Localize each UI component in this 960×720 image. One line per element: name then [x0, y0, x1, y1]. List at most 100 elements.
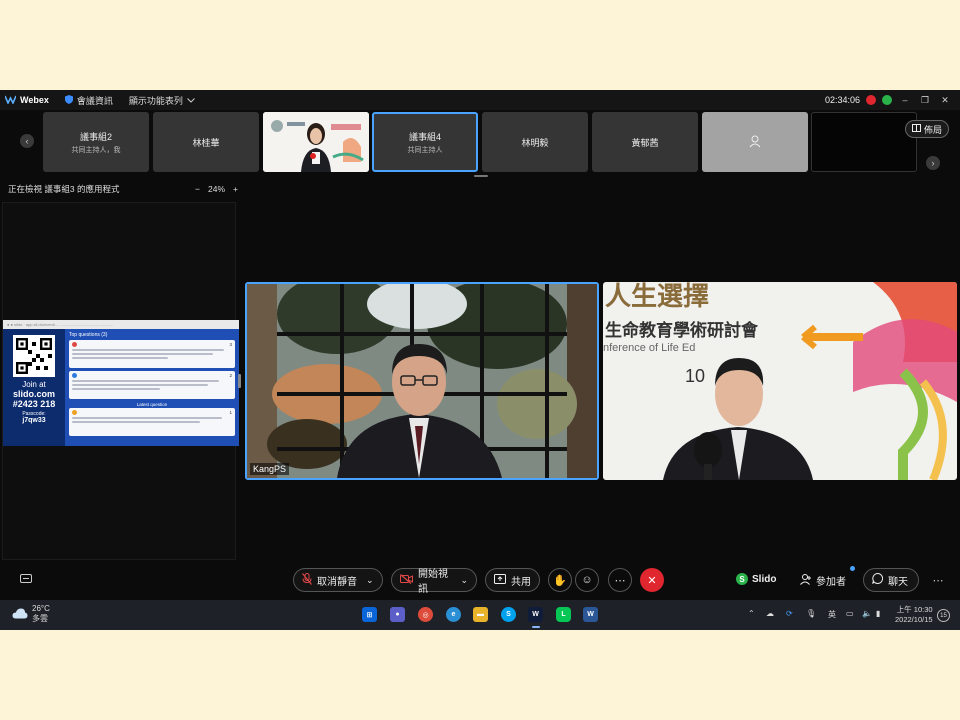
question-card: 3 [69, 340, 235, 368]
thumbnail-5[interactable]: 黃郁茜 [592, 112, 698, 172]
windows-taskbar: 26°C 多雲 ⊞ ● ◎ e ▬ S W L W ⌃ ☁ ⟳ 🎙 英 ▭ 🔈 … [0, 600, 960, 630]
start-icon[interactable]: ⊞ [362, 607, 377, 622]
layout-button[interactable]: 佈局 [905, 120, 949, 138]
chevron-left-icon: ‹ [25, 136, 29, 146]
thumbnail-4[interactable]: 林明毅 [482, 112, 588, 172]
thumbnail-0[interactable]: 議事組2 共同主持人，我 [43, 112, 149, 172]
video-tile-kangps[interactable]: KangPS [245, 282, 599, 480]
hand-icon: ✋ [553, 574, 567, 587]
slido-join-panel: Join at slido.com #2423 218 Passcode: j7… [3, 329, 65, 446]
skype-icon[interactable]: S [501, 607, 516, 622]
slido-join-at: Join at [22, 380, 46, 389]
thumbnail-1[interactable]: 林桂華 [153, 112, 259, 172]
chevron-down-icon[interactable]: ⌄ [460, 575, 468, 586]
teams-icon[interactable]: ● [390, 607, 405, 622]
zoom-out-button[interactable]: − [195, 184, 200, 194]
start-video-button[interactable]: 開始視訊 ⌄ [391, 568, 477, 595]
thumbnail-name: 黃郁茜 [631, 137, 659, 148]
question-votes: 1 [229, 410, 232, 415]
end-call-button[interactable]: ✕ [640, 568, 664, 592]
avatar-placeholder-icon [748, 134, 762, 150]
line-icon[interactable]: L [556, 607, 571, 622]
ime-indicator[interactable]: 英 [828, 609, 836, 620]
thumbnail-name: 議事組2 [79, 131, 112, 142]
weather-widget[interactable]: 26°C 多雲 [12, 604, 50, 624]
chat-button[interactable]: 聊天 [863, 568, 919, 592]
close-window-button[interactable]: ✕ [938, 95, 952, 106]
slido-button[interactable]: S Slido [736, 573, 776, 585]
chrome-icon[interactable]: ◎ [418, 607, 433, 622]
close-icon: ✕ [647, 574, 657, 587]
tray-chevron-icon[interactable]: ⌃ [748, 609, 755, 618]
strip-prev-button[interactable]: ‹ [20, 134, 34, 148]
mic-muted-tray-icon[interactable]: 🎙 [806, 609, 816, 618]
meeting-timer: 02:34:06 [824, 95, 860, 105]
slido-screen: ● ● slido · app.sli.do/event/... .......… [3, 320, 239, 446]
unmute-label: 取消靜音 [317, 576, 357, 588]
reactions-button[interactable]: ☺ [575, 568, 599, 592]
monitor-icon[interactable]: ▭ [846, 609, 854, 618]
battery-icon[interactable]: ▮ [876, 609, 880, 618]
captions-button[interactable] [14, 568, 38, 592]
chevron-down-icon[interactable]: ⌄ [366, 575, 374, 586]
chevron-down-icon [187, 95, 195, 105]
latest-question-heading: Latest question [136, 402, 168, 407]
onedrive-icon[interactable]: ☁ [766, 609, 774, 618]
panel-resize-handle[interactable] [238, 374, 241, 388]
emoji-icon: ☺ [581, 574, 593, 586]
viewing-bar: 正在檢視 議事組3 的應用程式 − 24% + [8, 183, 238, 195]
strip-resize-handle[interactable] [474, 175, 488, 177]
more-options-button[interactable]: ⋯ [608, 568, 632, 592]
unmute-button[interactable]: 取消靜音 ⌄ [293, 568, 383, 592]
share-icon [494, 573, 506, 587]
restore-button[interactable]: ❐ [918, 95, 932, 106]
start-video-label: 開始視訊 [418, 569, 448, 595]
webex-logo-icon [4, 95, 17, 106]
thumbnail-7[interactable] [811, 112, 917, 172]
thumbnail-name: 林明毅 [521, 137, 549, 148]
app-name: Webex [20, 95, 49, 105]
thumbnail-3[interactable]: 議事組4 共同主持人 [372, 112, 478, 172]
thumbnail-role: 共同主持人 [407, 146, 443, 154]
network-icon[interactable] [882, 95, 892, 105]
file-explorer-icon[interactable]: ▬ [473, 607, 488, 622]
chat-label: 聊天 [888, 576, 908, 588]
banner-subtitle: 生命教育學術研討會 [605, 321, 758, 340]
show-menu-button[interactable]: 顯示功能表列 [129, 94, 195, 107]
thumbnail-6[interactable] [702, 112, 808, 172]
video-tile-speaker[interactable]: 人生選擇 生命教育學術研討會 nference of Life Ed 10 [603, 282, 957, 480]
meeting-info-button[interactable]: 會議資訊 [64, 94, 113, 107]
webex-taskbar-icon[interactable]: W [528, 607, 543, 622]
title-bar: Webex 會議資訊 顯示功能表列 02:34:06 – ❐ ✕ [0, 90, 960, 110]
layout-icon [911, 124, 921, 134]
user-avatar [72, 342, 77, 347]
edge-icon[interactable]: e [446, 607, 461, 622]
question-card: 1 [69, 408, 235, 436]
mic-muted-icon [302, 572, 312, 588]
share-button[interactable]: 共用 [485, 568, 540, 592]
participants-notification-dot [850, 566, 855, 571]
shared-content-panel[interactable]: ● ● slido · app.sli.do/event/... .......… [2, 202, 239, 560]
slido-label: Slido [752, 573, 777, 585]
raise-hand-button[interactable]: ✋ [548, 568, 572, 592]
browser-tab-bar: ● ● slido · app.sli.do/event/... .......… [3, 320, 239, 329]
participant-name-tag: KangPS [250, 463, 290, 475]
word-icon[interactable]: W [583, 607, 598, 622]
banner-number: 10 [685, 366, 706, 386]
participant-thumbnail-strip: ‹ 議事組2 共同主持人，我 林桂華 議事組4 共同主持人 林明毅 黃郁茜 › [0, 112, 960, 172]
thumbnail-2-video[interactable] [263, 112, 369, 172]
banner-english: nference of Life Ed [603, 342, 696, 354]
top-questions-heading: Top questions (3) [69, 332, 108, 338]
minimize-button[interactable]: – [898, 95, 912, 105]
zoom-in-button[interactable]: + [233, 184, 238, 194]
more-panels-button[interactable]: ⋯ [926, 568, 950, 592]
strip-next-button[interactable]: › [926, 156, 940, 170]
sync-icon[interactable]: ⟳ [786, 609, 793, 618]
notification-badge[interactable]: 15 [937, 609, 950, 622]
captions-icon [20, 573, 32, 587]
webex-brand: Webex [4, 95, 49, 106]
participants-button[interactable]: 參加者 [800, 573, 846, 588]
volume-icon[interactable]: 🔈 [862, 609, 872, 618]
more-icon: ⋯ [614, 574, 626, 587]
clock[interactable]: 上午 10:30 2022/10/15 [895, 605, 933, 625]
